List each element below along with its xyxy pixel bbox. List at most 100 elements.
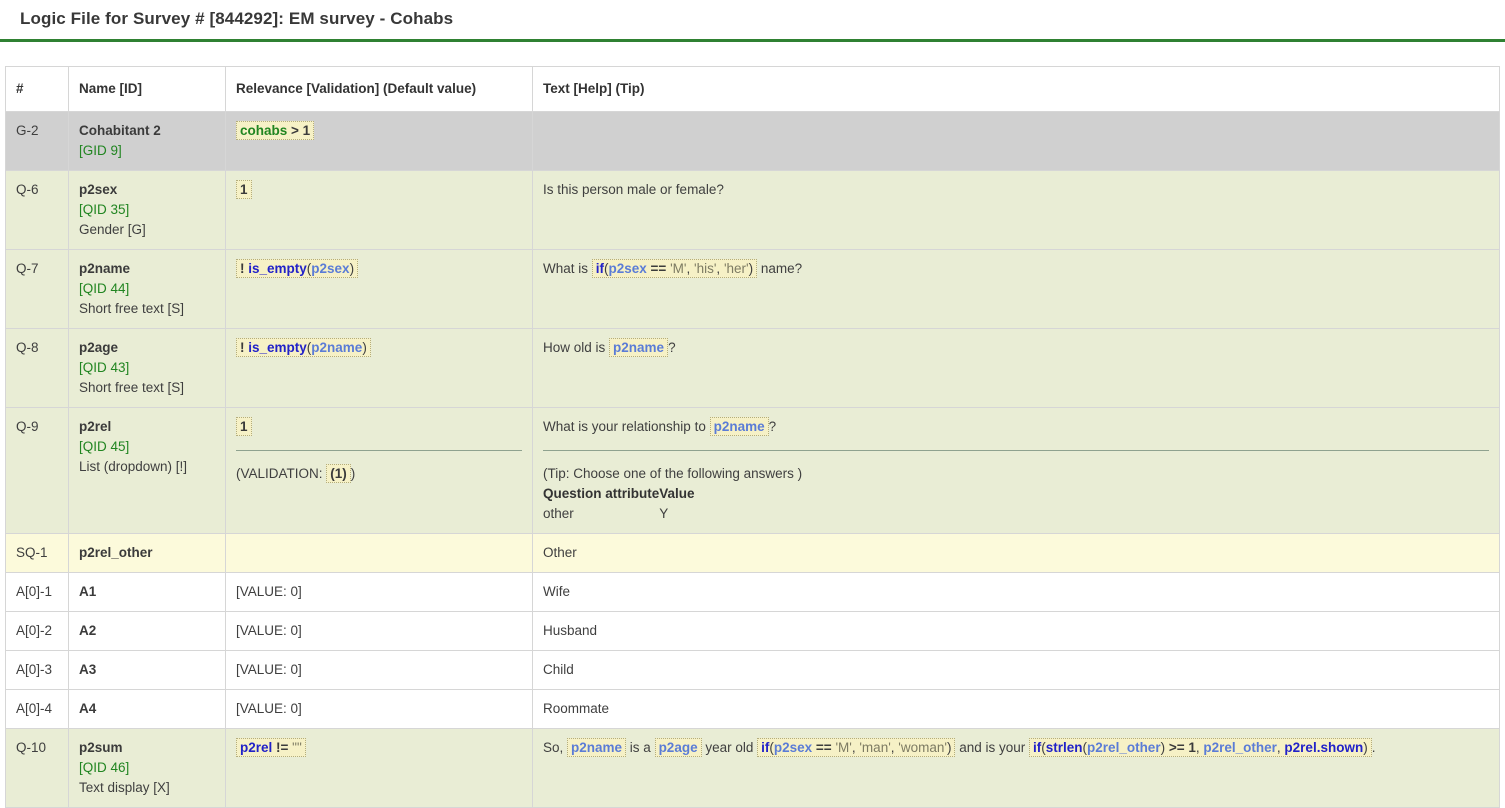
row-number-cell: A[0]-4 [6,690,69,729]
string-literal: 'M' [670,261,686,276]
question-id-link[interactable]: [QID 45] [79,439,129,454]
question-id-link[interactable]: [QID 44] [79,281,129,296]
question-id-link[interactable]: [QID 46] [79,760,129,775]
variable-name: p2name [714,419,765,434]
variable-name: cohabs [240,123,287,138]
cell-text: == [812,740,835,755]
question-id-link[interactable]: [GID 9] [79,143,122,158]
cell-text: (VALIDATION: [236,466,326,481]
cell-text: Gender [G] [79,222,146,237]
name-id-cell: p2rel_other [69,534,226,573]
cell-text: ! [240,340,248,355]
relevance-cell: 1(VALIDATION: (1)) [226,408,533,534]
row-number-cell: Q-8 [6,329,69,408]
cell-text: ) [947,740,952,755]
function-name: if [596,261,604,276]
cell-text: [VALUE: 0] [236,662,302,677]
row-number-cell: Q-6 [6,171,69,250]
variable-name: p2name [613,340,664,355]
name-id-cell: A2 [69,612,226,651]
expression-chip: cohabs > 1 [236,121,314,140]
cell-text: List (dropdown) [!] [79,459,187,474]
function-name: p2rel.shown [1284,740,1363,755]
logic-row-A[0]-3: A[0]-3 A3 [VALUE: 0] Child [6,651,1500,690]
relevance-cell: [VALUE: 0] [226,651,533,690]
header-name-id: Name [ID] [69,67,226,112]
string-literal: 'her' [724,261,749,276]
row-number-cell: A[0]-1 [6,573,69,612]
expression-chip: p2name [609,338,668,357]
expression-chip: if(p2sex == 'M', 'man', 'woman') [757,738,955,757]
cell-text: 1 [240,182,248,197]
cell-divider [543,450,1489,451]
expression-chip: p2age [655,738,702,757]
row-number-cell: Q-7 [6,250,69,329]
expression-chip: p2name [567,738,626,757]
expression-chip: if(strlen(p2rel_other) >= 1, p2rel_other… [1029,738,1372,757]
name-id-cell: p2age[QID 43]Short free text [S] [69,329,226,408]
logic-row-Q-7: Q-7p2name[QID 44]Short free text [S]! is… [6,250,1500,329]
cell-text: Wife [543,584,570,599]
cell-text: Short free text [S] [79,380,184,395]
logic-row-SQ-1: SQ-1p2rel_otherOther [6,534,1500,573]
text-help-cell: Husband [533,612,1500,651]
relevance-cell: ! is_empty(p2name) [226,329,533,408]
relevance-cell: ! is_empty(p2sex) [226,250,533,329]
cell-text: [VALUE: 0] [236,584,302,599]
variable-name: p2sex [311,261,349,276]
cell-text: . [1372,740,1376,755]
header-text: Text [Help] (Tip) [533,67,1500,112]
cell-text: p2rel_other [79,545,153,560]
cell-text: , [716,261,724,276]
cell-text: A2 [79,623,96,638]
text-help-cell: What is if(p2sex == 'M', 'his', 'her') n… [533,250,1500,329]
expression-chip: p2name [710,417,769,436]
string-literal: 'M' [835,740,851,755]
attribute-table-cell: Y [659,504,694,524]
expression-chip: if(p2sex == 'M', 'his', 'her') [592,259,757,278]
page-title: Logic File for Survey # [844292]: EM sur… [0,0,1505,39]
logic-table-body: G-2Cohabitant 2[GID 9]cohabs > 1Q-6p2sex… [6,112,1500,808]
function-name: is_empty [248,261,307,276]
expression-chip: (1) [326,464,351,483]
name-id-cell: p2rel[QID 45]List (dropdown) [!] [69,408,226,534]
name-id-cell: p2name[QID 44]Short free text [S] [69,250,226,329]
row-number-cell: Q-10 [6,729,69,808]
cell-text: > 1 [287,123,310,138]
name-id-cell: p2sex [QID 35] Gender [G] [69,171,226,250]
cell-text: , [686,261,694,276]
logic-row-A[0]-1: A[0]-1A1[VALUE: 0]Wife [6,573,1500,612]
cell-text: p2name [79,261,130,276]
cell-text: ) [1363,740,1368,755]
function-name: p2rel [240,740,272,755]
text-help-cell: Child [533,651,1500,690]
relevance-cell: p2rel != "" [226,729,533,808]
text-help-cell: What is your relationship to p2name?(Tip… [533,408,1500,534]
expression-chip: 1 [236,180,252,199]
logic-row-A[0]-4: A[0]-4A4[VALUE: 0]Roommate [6,690,1500,729]
cell-text: Is this person male or female? [543,182,724,197]
cell-text: ! [240,261,248,276]
cell-text: == [647,261,670,276]
relevance-cell [226,534,533,573]
question-id-link[interactable]: [QID 35] [79,202,129,217]
cell-text: A3 [79,662,96,677]
function-name: is_empty [248,340,307,355]
logic-row-G-2: G-2Cohabitant 2[GID 9]cohabs > 1 [6,112,1500,171]
row-number-cell: G-2 [6,112,69,171]
variable-name: p2rel_other [1203,740,1277,755]
cell-text: p2sex [79,182,117,197]
text-help-cell: Other [533,534,1500,573]
question-id-link[interactable]: [QID 43] [79,360,129,375]
cell-text: A4 [79,701,96,716]
cell-text: ) [749,261,754,276]
string-literal: 'his' [694,261,716,276]
row-number-cell: A[0]-3 [6,651,69,690]
text-help-cell: So, p2name is a p2age year old if(p2sex … [533,729,1500,808]
cell-text: p2sum [79,740,123,755]
cell-text: ) [350,261,355,276]
cell-text: Other [543,545,577,560]
cell-text: and is your [955,740,1029,755]
cell-text: 1 [240,419,248,434]
cell-text: What is [543,261,592,276]
